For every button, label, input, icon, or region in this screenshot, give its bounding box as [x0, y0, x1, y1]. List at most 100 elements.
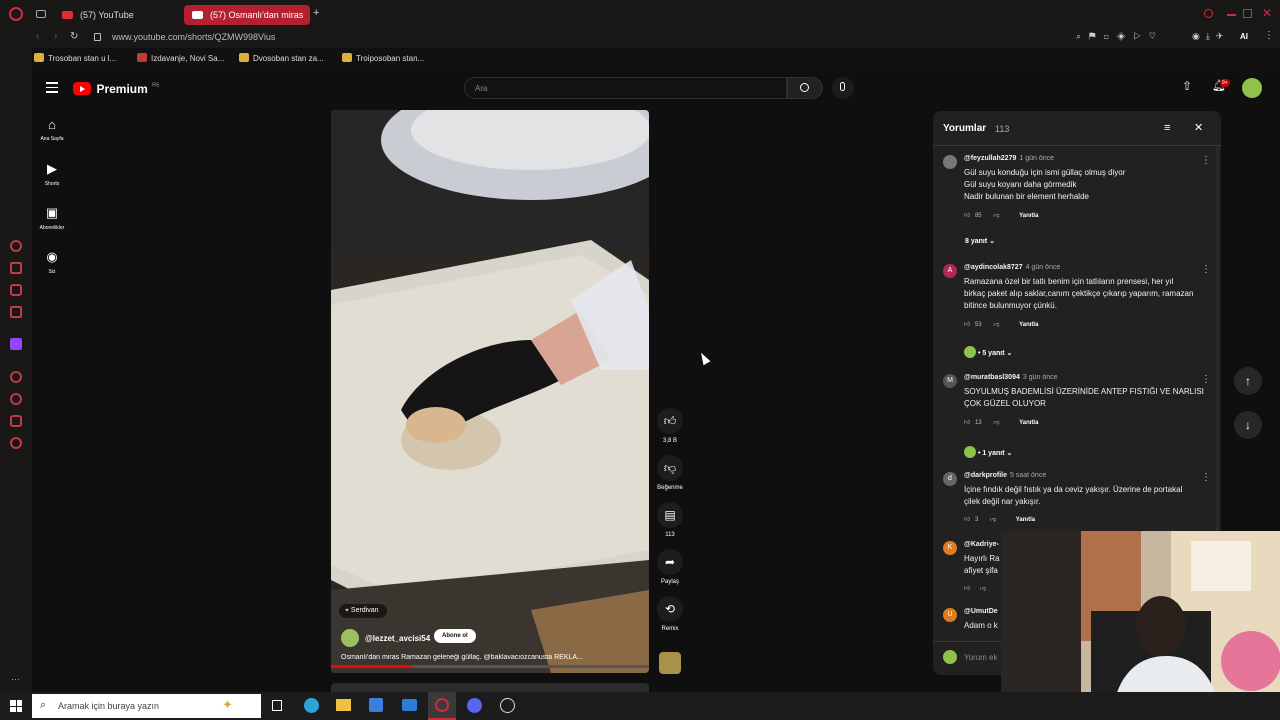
minimize-button[interactable]: [1227, 14, 1236, 16]
mail-icon[interactable]: [10, 306, 22, 318]
file-explorer-icon[interactable]: [336, 699, 351, 711]
comment-avatar[interactable]: K: [943, 541, 957, 555]
maximize-button[interactable]: [1243, 9, 1252, 18]
nav-shorts[interactable]: ▶ Shorts: [32, 161, 72, 187]
back-icon[interactable]: ‹: [36, 31, 39, 42]
obs-icon[interactable]: [500, 698, 515, 713]
comment-avatar[interactable]: M: [943, 374, 957, 388]
location-chip[interactable]: ⌖ Serdivan: [339, 604, 387, 618]
nav-subscriptions[interactable]: ▣ Abonelikler: [32, 205, 72, 231]
twitch-icon[interactable]: [10, 338, 22, 350]
youtube-logo[interactable]: Premium RS: [73, 80, 159, 98]
bookmark-item[interactable]: Dvosoban stan za...: [239, 53, 324, 63]
dislike-icon[interactable]: 👎︎: [993, 213, 999, 219]
comments-button[interactable]: ▤ 113: [652, 502, 688, 538]
wallet-icon[interactable]: [10, 262, 22, 274]
channel-avatar[interactable]: [341, 629, 359, 647]
taskbar-search-input[interactable]: Aramak için buraya yazın: [58, 701, 159, 711]
bookmark-item[interactable]: Izdavanje, Novi Sa...: [137, 53, 224, 63]
new-tab-button[interactable]: +: [313, 7, 319, 19]
nav-home[interactable]: ⌂ Ana Sayfa: [32, 117, 72, 142]
close-icon[interactable]: ✕: [1194, 121, 1203, 134]
comment-author[interactable]: @darkprofile: [964, 472, 1007, 479]
search-button[interactable]: [787, 77, 823, 99]
taskbar-search-box[interactable]: ⌕ Aramak için buraya yazın ✦: [32, 694, 261, 718]
sound-thumbnail[interactable]: [659, 652, 681, 674]
replies-toggle[interactable]: • 5 yanıt ⌄: [964, 346, 1012, 358]
task-view-icon[interactable]: [272, 700, 282, 711]
discord-icon[interactable]: [467, 698, 482, 713]
previous-short-button[interactable]: ↑: [1234, 367, 1262, 395]
extensions-icon[interactable]: [10, 415, 22, 427]
reply-button[interactable]: Yanıtla: [1019, 213, 1038, 219]
search-tabs-icon[interactable]: [1204, 9, 1213, 18]
nav-you[interactable]: ◉ Siz: [32, 249, 72, 275]
mail-icon[interactable]: [402, 699, 417, 711]
account-avatar[interactable]: [1242, 78, 1262, 98]
dislike-icon[interactable]: 👎︎: [980, 586, 986, 592]
history-icon[interactable]: [10, 240, 22, 252]
like-icon[interactable]: 👍︎: [964, 322, 970, 328]
comment-input[interactable]: Yorum ek: [964, 653, 998, 662]
store-icon[interactable]: [369, 698, 383, 712]
tab-youtube[interactable]: (57) YouTube: [54, 5, 180, 25]
create-upload-icon[interactable]: ⇧: [1182, 79, 1192, 93]
hamburger-menu-icon[interactable]: [46, 82, 58, 93]
dislike-icon[interactable]: 👎︎: [993, 322, 999, 328]
dislike-icon[interactable]: 👎︎: [993, 420, 999, 426]
search-input[interactable]: Ara: [475, 84, 487, 93]
forward-icon[interactable]: ›: [54, 31, 57, 42]
bookmark-item[interactable]: Troiposoban stan...: [342, 53, 424, 63]
edge-icon[interactable]: [304, 698, 319, 713]
clock-icon[interactable]: [10, 393, 22, 405]
like-icon[interactable]: 👍︎: [964, 517, 970, 523]
like-icon[interactable]: 👍︎: [964, 213, 970, 219]
comment-author[interactable]: @aydincolak8727: [964, 264, 1023, 271]
comment-avatar[interactable]: [943, 155, 957, 169]
subscribe-button[interactable]: Abone ol: [434, 629, 476, 643]
reply-button[interactable]: Yanıtla: [1016, 517, 1035, 523]
ai-button[interactable]: AI: [1240, 32, 1248, 41]
search-box[interactable]: Ara: [464, 77, 787, 99]
remix-button[interactable]: ⟲ Remix: [652, 596, 688, 632]
bookmark-item[interactable]: Trosoban stan u l...: [34, 53, 116, 63]
reply-button[interactable]: Yanıtla: [1019, 322, 1038, 328]
comment-author[interactable]: @feyzullah2279: [964, 155, 1016, 162]
comment-avatar[interactable]: U: [943, 608, 957, 622]
windows-start-icon[interactable]: [10, 700, 22, 712]
comment-author[interactable]: @muratbasl3094: [964, 374, 1020, 381]
replies-toggle[interactable]: 8 yanıt ⌄: [965, 237, 995, 245]
comment-author[interactable]: @Kadriye-: [964, 541, 999, 548]
next-short-button[interactable]: ↓: [1234, 411, 1262, 439]
channel-name[interactable]: @lezzet_avcisi54: [365, 634, 430, 643]
opera-taskbar-icon[interactable]: [428, 692, 456, 720]
shorts-video-player[interactable]: ⌖ Serdivan @lezzet_avcisi54 Abone ol Osm…: [331, 110, 649, 673]
like-icon[interactable]: 👍︎: [964, 420, 970, 426]
menu-icon[interactable]: ⋮: [1264, 30, 1274, 41]
comment-more-icon[interactable]: ⋮: [1201, 264, 1211, 275]
share-button[interactable]: ➦ Paylaş: [652, 549, 688, 585]
messenger-icon[interactable]: [10, 284, 22, 296]
comment-more-icon[interactable]: ⋮: [1201, 155, 1211, 166]
dislike-button[interactable]: 👎︎ Beğenme: [652, 455, 688, 491]
comment-more-icon[interactable]: ⋮: [1201, 472, 1211, 483]
close-window-button[interactable]: ✕: [1262, 6, 1272, 20]
video-description[interactable]: Osmanlı'dan miras Ramazan geleneği gülla…: [341, 654, 641, 661]
comment-author[interactable]: @UmutDe: [964, 608, 998, 615]
player-icon[interactable]: [10, 371, 22, 383]
opera-logo-icon[interactable]: [9, 7, 23, 21]
comment-avatar[interactable]: d: [943, 472, 957, 486]
settings-icon[interactable]: [10, 437, 22, 449]
sort-icon[interactable]: ≡: [1164, 122, 1170, 134]
replies-toggle[interactable]: • 1 yanıt ⌄: [964, 446, 1012, 458]
tab-overview-icon[interactable]: [36, 10, 46, 18]
microphone-button[interactable]: [832, 77, 854, 99]
sidebar-more-icon[interactable]: ⋯: [11, 674, 20, 685]
dislike-icon[interactable]: 👎︎: [990, 517, 996, 523]
like-button[interactable]: 👍︎ 3,8 B: [652, 408, 688, 444]
like-icon[interactable]: 👍︎: [964, 586, 970, 592]
reload-icon[interactable]: ↻: [70, 31, 78, 42]
comment-more-icon[interactable]: ⋮: [1201, 374, 1211, 385]
tab-active-short[interactable]: (57) Osmanlı'dan miras: [184, 5, 310, 25]
comment-avatar[interactable]: A: [943, 264, 957, 278]
